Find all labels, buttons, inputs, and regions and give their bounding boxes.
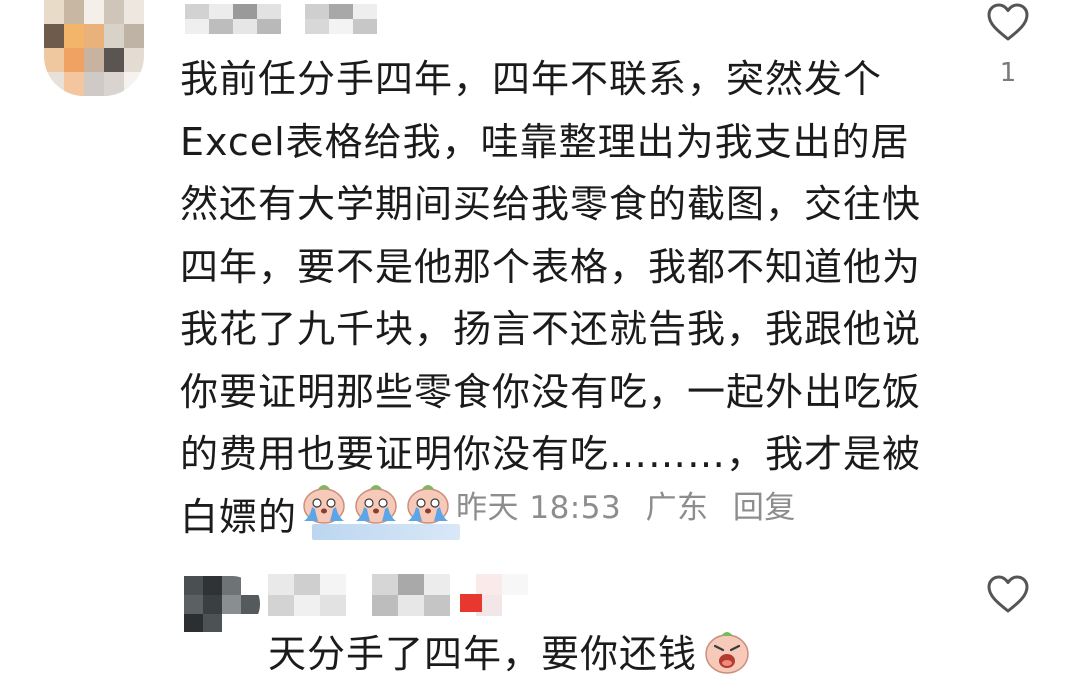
- comment-text: 我前任分手四年，四年不联系，突然发个 Excel表格给我，哇靠整理出为我支出的居…: [180, 48, 950, 548]
- status-badge: [460, 594, 482, 612]
- like-count: 1: [999, 58, 1017, 88]
- comment-line: Excel表格给我，哇靠整理出为我支出的居: [180, 119, 910, 164]
- heart-outline-icon: [987, 575, 1029, 613]
- comment-location: 广东: [645, 490, 709, 526]
- like-button[interactable]: [984, 0, 1032, 44]
- username-blurred[interactable]: [185, 4, 377, 34]
- comment-line: 我前任分手四年，四年不联系，突然发个: [180, 57, 883, 101]
- reply-username-blurred[interactable]: [268, 574, 528, 616]
- avatar[interactable]: [44, 0, 144, 96]
- comment-line: 然还有大学期间买给我零食的截图，交往快: [180, 182, 922, 226]
- comment-line: 四年，要不是他那个表格，我都不知道他为: [180, 244, 922, 289]
- comment-time: 昨天 18:53: [456, 490, 622, 526]
- angry-emoji-icon: [705, 632, 749, 674]
- reply-button[interactable]: 回复: [733, 490, 796, 526]
- comment-line: 你要证明那些零食你没有吃，一起外出吃饭: [180, 369, 922, 414]
- blurred-strip: [312, 524, 460, 540]
- comment-meta: 昨天 18:53 广东 回复: [456, 482, 810, 527]
- reply-text: 天分手了四年，要你还钱: [268, 632, 698, 676]
- emoji-group: [298, 476, 454, 528]
- comment-thread: 1 我前任分手四年，四年不联系，突然发个 Excel表格给我，哇靠整理出为我支出…: [0, 0, 1080, 690]
- reply-avatar[interactable]: [184, 576, 260, 632]
- crying-emoji-icon: [407, 485, 449, 524]
- crying-emoji-icon: [355, 485, 397, 524]
- crying-emoji-icon: [303, 485, 345, 524]
- reply-like-button[interactable]: [984, 572, 1032, 616]
- heart-outline-icon: [987, 3, 1029, 41]
- comment-line: 的费用也要证明你没有吃………，我才是被: [180, 432, 922, 476]
- comment-line: 我花了九千块，扬言不还就告我，我跟他说: [180, 307, 922, 351]
